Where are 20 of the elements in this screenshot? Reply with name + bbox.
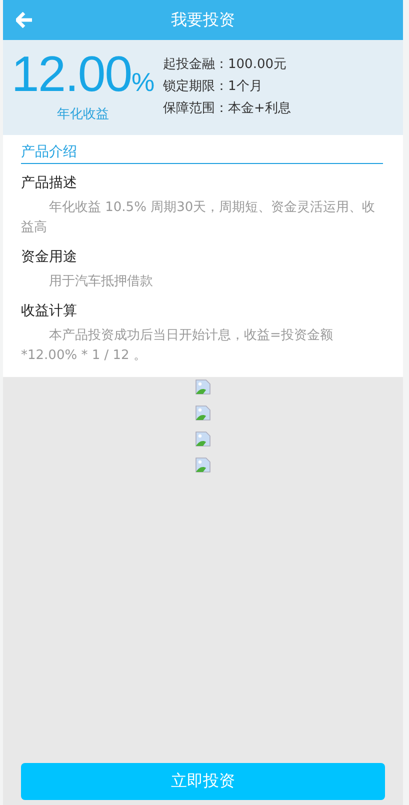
term-text: 起投金融：100.00元 [163, 56, 288, 73]
broken-image-icon [195, 431, 211, 447]
section-text: 本产品投资成功后当日开始计息，收益=投资金额*12.00% * 1 / 12 。 [21, 327, 334, 365]
page-title: 我要投资 [171, 10, 235, 30]
broken-image-icon [195, 405, 211, 421]
section-text: 年化收益 10.5% 周期30天，周期短、资金灵活运用、收益高 [21, 199, 376, 237]
broken-image-icon [195, 457, 211, 473]
invest-button[interactable]: 立即投资 [21, 763, 385, 800]
section-title: 收益计算 [21, 302, 78, 320]
term-text: 锁定期限：1个月 [163, 78, 264, 95]
section-text: 用于汽车抵押借款 [48, 273, 154, 291]
section-title: 资金用途 [21, 248, 78, 266]
section-heading: 产品介绍 [21, 143, 383, 164]
broken-image-icon [195, 379, 211, 395]
rate-label: 年化收益 [57, 106, 109, 123]
percent-sign: % [132, 69, 155, 95]
term-text: 保障范围：本金+利息 [163, 100, 291, 117]
annual-rate: 12.00 [11, 49, 132, 99]
back-arrow-icon[interactable] [16, 12, 33, 28]
section-title: 产品描述 [21, 174, 78, 192]
